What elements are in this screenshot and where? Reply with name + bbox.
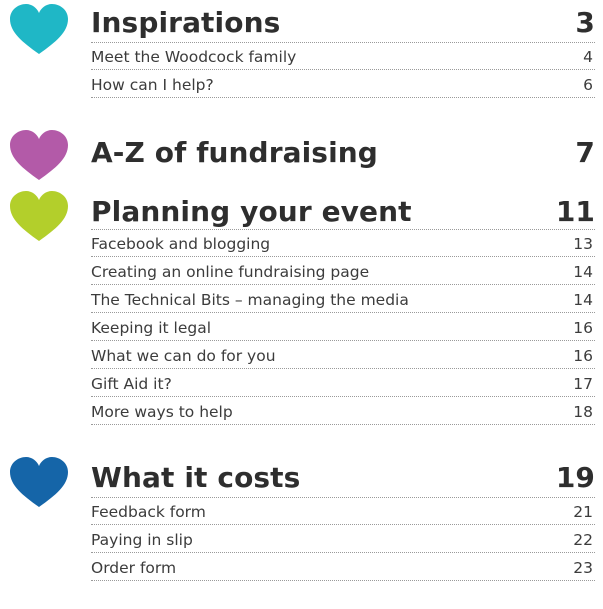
- heart-icon-shape: [10, 457, 68, 507]
- toc-item[interactable]: Keeping it legal 16: [91, 313, 595, 341]
- toc-item[interactable]: Facebook and blogging 13: [91, 229, 595, 257]
- heart-icon-shape: [10, 130, 68, 180]
- heart-icon-shape: [10, 191, 68, 241]
- heart-icon: [8, 128, 70, 182]
- toc-item-page: 21: [573, 503, 593, 521]
- toc-item-list: Facebook and blogging 13 Creating an onl…: [91, 229, 595, 425]
- toc-item[interactable]: Paying in slip 22: [91, 525, 595, 553]
- section-title: What it costs: [91, 460, 301, 494]
- section-page-number: 19: [555, 460, 595, 494]
- section-page-number: 3: [575, 5, 595, 39]
- toc-item[interactable]: Creating an online fundraising page 14: [91, 257, 595, 285]
- toc-item-page: 14: [573, 262, 593, 281]
- toc-item[interactable]: Meet the Woodcock family 4: [91, 42, 595, 70]
- section-title: Inspirations: [91, 5, 281, 39]
- toc-item-page: 13: [573, 235, 593, 253]
- toc-item[interactable]: Order form 23: [91, 553, 595, 581]
- toc-item-page: 23: [573, 558, 593, 577]
- heart-icon-shape: [10, 4, 68, 54]
- toc-item-page: 6: [583, 75, 593, 94]
- toc-item-page: 16: [573, 318, 593, 337]
- section-heading[interactable]: Inspirations 3: [91, 4, 595, 40]
- heart-icon: [8, 189, 70, 243]
- toc-item-label: Gift Aid it?: [91, 374, 172, 393]
- section-page-number: 7: [575, 135, 595, 169]
- section-title: Planning your event: [91, 194, 412, 228]
- toc-item-list: Feedback form 21 Paying in slip 22 Order…: [91, 497, 595, 581]
- toc-item-label: Creating an online fundraising page: [91, 262, 370, 281]
- toc-item-label: Keeping it legal: [91, 318, 211, 337]
- toc-item[interactable]: Feedback form 21: [91, 497, 595, 525]
- section-heading[interactable]: A-Z of fundraising 7: [91, 134, 595, 170]
- heart-icon: [8, 455, 70, 509]
- toc-item-label: How can I help?: [91, 75, 214, 94]
- table-of-contents: Inspirations 3 Meet the Woodcock family …: [0, 0, 603, 609]
- toc-item[interactable]: More ways to help 18: [91, 397, 595, 425]
- toc-item-page: 18: [573, 402, 593, 421]
- section-heading[interactable]: Planning your event 11: [91, 193, 595, 229]
- section-heading[interactable]: What it costs 19: [91, 459, 595, 495]
- section-page-number: 11: [555, 194, 595, 228]
- toc-item-label: Feedback form: [91, 503, 206, 521]
- toc-item[interactable]: How can I help? 6: [91, 70, 595, 98]
- toc-item-label: Order form: [91, 558, 177, 577]
- toc-item[interactable]: The Technical Bits – managing the media …: [91, 285, 595, 313]
- toc-item-page: 14: [573, 290, 593, 309]
- toc-item[interactable]: What we can do for you 16: [91, 341, 595, 369]
- toc-item-page: 17: [573, 374, 593, 393]
- toc-item[interactable]: Gift Aid it? 17: [91, 369, 595, 397]
- toc-item-label: The Technical Bits – managing the media: [91, 290, 409, 309]
- toc-item-page: 16: [573, 346, 593, 365]
- toc-item-label: More ways to help: [91, 402, 233, 421]
- toc-item-label: Meet the Woodcock family: [91, 48, 297, 66]
- toc-item-page: 4: [583, 48, 593, 66]
- toc-item-label: Facebook and blogging: [91, 235, 271, 253]
- heart-icon: [8, 2, 70, 56]
- section-title: A-Z of fundraising: [91, 135, 378, 169]
- toc-item-label: What we can do for you: [91, 346, 276, 365]
- toc-item-label: Paying in slip: [91, 530, 193, 549]
- toc-item-page: 22: [573, 530, 593, 549]
- toc-item-list: Meet the Woodcock family 4 How can I hel…: [91, 42, 595, 98]
